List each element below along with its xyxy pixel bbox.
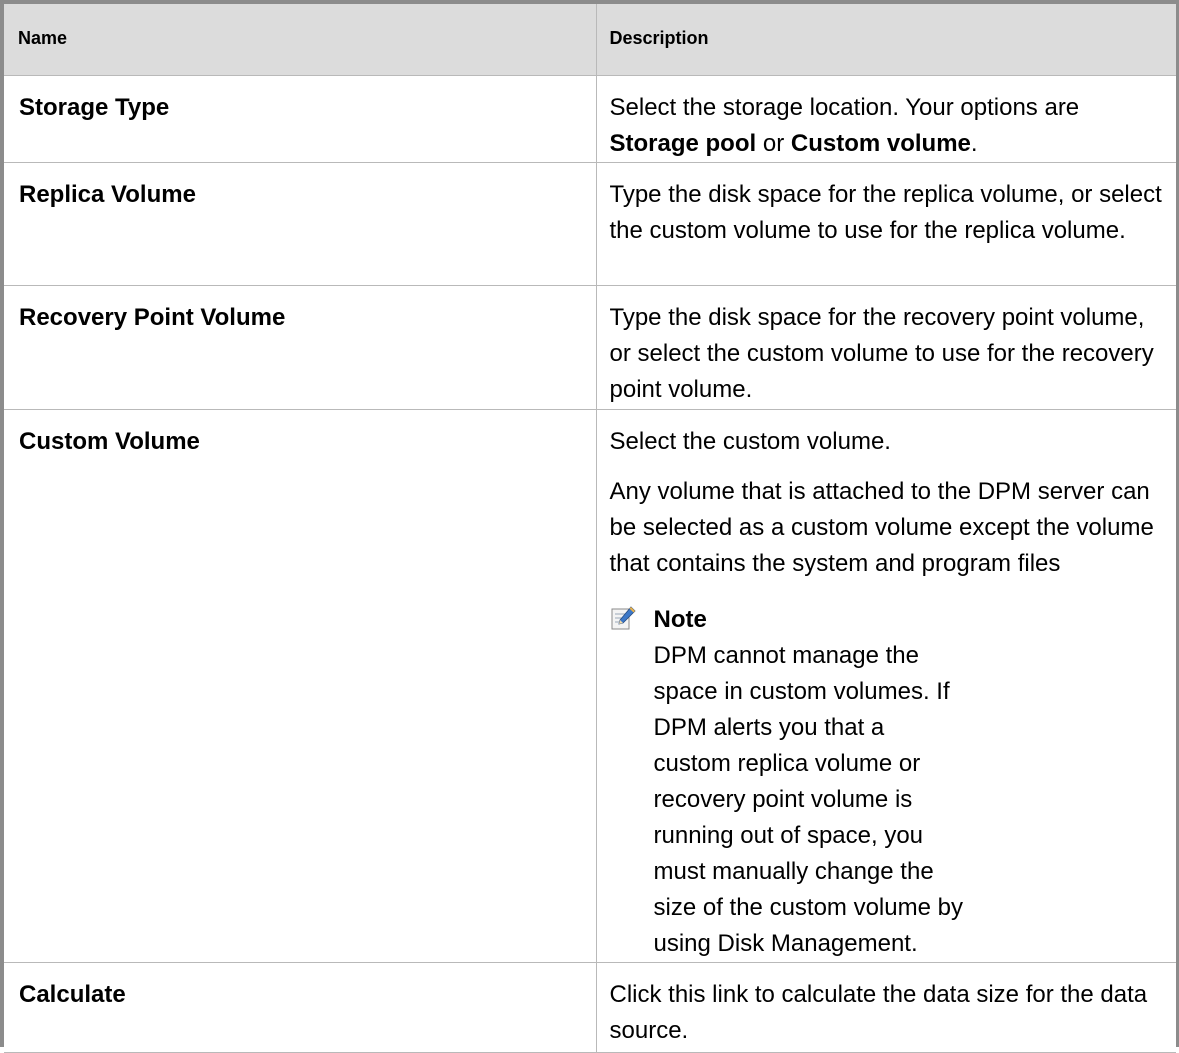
row-description: Type the disk space for the replica volu… [596, 162, 1176, 286]
row-description: Click this link to calculate the data si… [596, 962, 1176, 1053]
table-row: Recovery Point Volume Type the disk spac… [4, 285, 1176, 410]
description-text: or [756, 129, 791, 157]
description-text: . [970, 129, 978, 157]
table-row: Calculate Click this link to calculate t… [4, 962, 1176, 1053]
description-text: Select the storage location. Your option… [609, 93, 1080, 121]
note-title: Note [653, 605, 707, 633]
settings-table: Name Description Storage Type Select the… [4, 4, 1176, 1053]
table-row: Storage Type Select the storage location… [4, 75, 1176, 163]
column-header-description: Description [596, 4, 1176, 76]
row-name: Storage Type [4, 75, 597, 163]
table-row: Custom Volume Select the custom volume. … [4, 409, 1176, 963]
note-box: Note DPM cannot manage the space in cust… [610, 602, 1169, 962]
description-paragraph: Any volume that is attached to the DPM s… [609, 477, 1154, 577]
option-storage-pool: Storage pool [609, 129, 757, 157]
row-name: Custom Volume [4, 409, 597, 963]
header-row: Name Description [4, 4, 1176, 76]
note-header: Note [610, 602, 1169, 638]
row-name: Replica Volume [4, 162, 597, 286]
row-description: Select the storage location. Your option… [596, 75, 1176, 163]
row-description: Select the custom volume. Any volume tha… [596, 409, 1176, 963]
row-description: Type the disk space for the recovery poi… [596, 285, 1176, 410]
option-custom-volume: Custom volume [790, 129, 971, 157]
note-text: DPM cannot manage the space in custom vo… [653, 641, 963, 957]
row-name: Recovery Point Volume [4, 285, 597, 410]
note-pencil-icon [611, 605, 636, 629]
description-paragraph: Select the custom volume. [609, 427, 891, 455]
table-row: Replica Volume Type the disk space for t… [4, 162, 1176, 286]
column-header-name: Name [4, 4, 597, 76]
row-name: Calculate [4, 962, 597, 1053]
